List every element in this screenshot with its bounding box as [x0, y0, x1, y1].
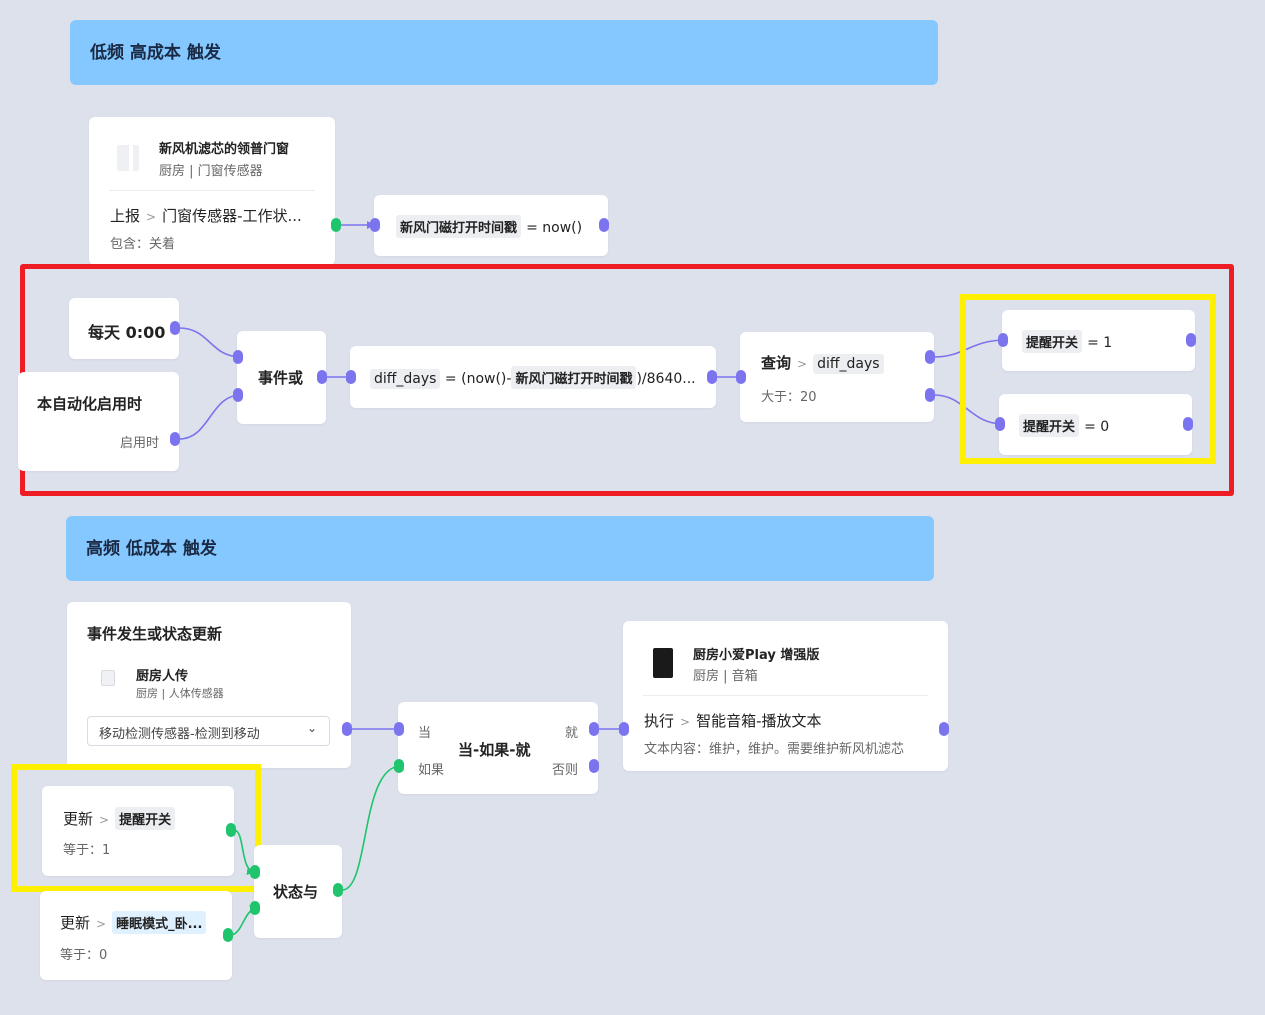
chevron-right-icon: > [146, 210, 157, 224]
door-sensor-trigger-card[interactable]: 新风机滤芯的领普门窗 厨房 | 门窗传感器 上报 > 门窗传感器-工作状... 包含… [89, 117, 335, 265]
update-action: 更新 [60, 914, 91, 932]
else-output-port[interactable] [589, 759, 599, 773]
diff-days-expression: diff_days = (now()- 新风门磁打开时间戳)/8640... [370, 366, 696, 389]
divider [643, 695, 928, 696]
speaker-action-line: 执行 > 智能音箱-播放文本 [644, 710, 822, 731]
motion-sensor-location: 厨房 | 人体传感器 [136, 687, 224, 700]
input-port[interactable] [736, 370, 746, 384]
input-port[interactable] [619, 722, 629, 736]
event-select-value: 移动检测传感器-检测到移动 [99, 727, 260, 742]
else-port-label: 否则 [551, 763, 578, 778]
event-state-title: 事件发生或状态更新 [87, 625, 223, 643]
speaker-action-card[interactable]: 厨房小爱Play 增强版 厨房 | 音箱 执行 > 智能音箱-播放文本 文本内容：维… [623, 621, 948, 771]
on-enable-sub: 启用时 [119, 436, 159, 451]
event-select[interactable]: 移动检测传感器-检测到移动 ⌄ [87, 716, 330, 746]
report-action-label: 上报 [110, 207, 141, 225]
when-if-then-card[interactable]: 当 当-如果-就 就 如果 否则 [398, 702, 598, 794]
speaker-property: 智能音箱-播放文本 [696, 712, 822, 730]
on-enable-title: 本自动化启用时 [37, 395, 143, 413]
query-card[interactable]: 查询 > diff_days 大于：20 [740, 332, 934, 422]
highlight-frame-yellow [960, 294, 1216, 464]
variable-chip: 新风门磁打开时间戳 [396, 215, 522, 238]
output-port[interactable] [170, 321, 180, 335]
output-port[interactable] [333, 883, 343, 897]
door-sensor-location: 厨房 | 门窗传感器 [159, 164, 263, 179]
assign-expression: = now() [526, 220, 583, 236]
on-enable-card[interactable]: 本自动化启用时 启用时 [18, 372, 179, 471]
then-port-label: 就 [564, 726, 578, 741]
input-port[interactable] [233, 350, 243, 364]
chevron-right-icon: > [96, 917, 107, 931]
expression-part: )/8640... [636, 371, 696, 387]
if-input-port[interactable] [394, 759, 404, 773]
motion-sensor-name: 厨房人传 [136, 669, 189, 684]
when-if-then-label: 当-如果-就 [458, 741, 531, 759]
query-condition: 大于：20 [761, 390, 817, 405]
smart-speaker-icon [653, 648, 673, 678]
update-sleep-condition: 等于：0 [60, 948, 108, 963]
door-sensor-icon [117, 145, 133, 171]
output-port[interactable] [599, 218, 609, 232]
output-port[interactable] [342, 722, 352, 736]
output-port[interactable] [331, 218, 341, 232]
query-line: 查询 > diff_days [761, 352, 884, 374]
set-timestamp-card[interactable]: 新风门磁打开时间戳 = now() [374, 195, 608, 256]
input-port[interactable] [250, 865, 260, 879]
variable-chip: diff_days [813, 354, 884, 374]
chevron-right-icon: > [797, 357, 808, 371]
output-port-false[interactable] [925, 388, 935, 402]
daily-schedule-label: 每天 0:00 [88, 323, 166, 342]
output-port[interactable] [939, 722, 949, 736]
divider [109, 190, 315, 191]
event-or-card[interactable]: 事件或 [237, 331, 326, 424]
when-input-port[interactable] [394, 722, 404, 736]
when-port-label: 当 [418, 726, 432, 741]
edge-and-to-if [341, 762, 402, 891]
input-port[interactable] [346, 370, 356, 384]
output-port[interactable] [170, 432, 180, 446]
door-sensor-action-line: 上报 > 门窗传感器-工作状... [110, 205, 302, 226]
speaker-content: 文本内容：维护，维护。需要维护新风机滤芯 [644, 742, 905, 757]
daily-schedule-card[interactable]: 每天 0:00 [69, 298, 179, 359]
chevron-right-icon: > [680, 715, 691, 729]
expression-part: = (now()- [444, 371, 512, 387]
state-and-label: 状态与 [273, 883, 319, 901]
if-port-label: 如果 [418, 763, 445, 778]
chevron-down-icon: ⌄ [306, 721, 317, 735]
then-output-port[interactable] [589, 722, 599, 736]
door-sensor-property: 门窗传感器-工作状... [162, 207, 302, 225]
event-state-trigger-card[interactable]: 事件发生或状态更新 厨房人传 厨房 | 人体传感器 移动检测传感器-检测到移动 … [67, 602, 351, 768]
input-port[interactable] [250, 901, 260, 915]
query-action: 查询 [761, 354, 792, 372]
diff-days-calc-card[interactable]: diff_days = (now()- 新风门磁打开时间戳)/8640... [350, 346, 716, 408]
output-port[interactable] [707, 370, 717, 384]
door-sensor-name: 新风机滤芯的领普门窗 [159, 142, 290, 157]
output-port[interactable] [317, 370, 327, 384]
event-or-label: 事件或 [258, 369, 304, 387]
variable-chip: diff_days [370, 369, 441, 389]
speaker-name: 厨房小爱Play 增强版 [693, 648, 820, 663]
input-port[interactable] [370, 218, 380, 232]
highlight-frame-yellow [11, 764, 261, 892]
variable-chip: 睡眠模式_卧... [112, 911, 207, 934]
variable-chip: 新风门磁打开时间戳 [511, 366, 637, 389]
speaker-location: 厨房 | 音箱 [693, 669, 758, 684]
input-port[interactable] [233, 388, 243, 402]
update-sleep-mode-card[interactable]: 更新 > 睡眠模式_卧... 等于：0 [40, 891, 232, 980]
output-port[interactable] [223, 928, 233, 942]
set-timestamp-line: 新风门磁打开时间戳 = now() [396, 215, 582, 238]
execute-action-label: 执行 [644, 712, 675, 730]
update-sleep-line: 更新 > 睡眠模式_卧... [60, 911, 207, 934]
state-and-card[interactable]: 状态与 [254, 845, 342, 938]
output-port-true[interactable] [925, 350, 935, 364]
motion-sensor-icon [101, 670, 115, 686]
door-sensor-condition: 包含：关着 [110, 237, 176, 252]
